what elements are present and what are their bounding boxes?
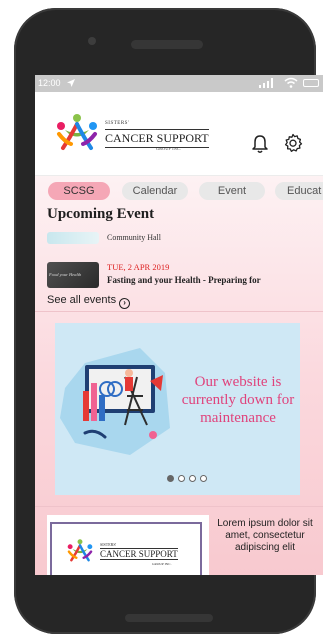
home-bar: [125, 614, 213, 622]
bell-icon[interactable]: [251, 134, 269, 154]
status-time: 12:00: [38, 78, 61, 88]
category-tabs: SCSG Calendar Event Educat: [35, 182, 323, 200]
section-divider: [35, 506, 323, 507]
maintenance-illustration: [60, 348, 170, 455]
card-logo-text-main: CANCER SUPPORT: [100, 548, 178, 560]
logo-text-sub: GROUP INC.: [156, 146, 182, 151]
status-bar: 12:00: [35, 75, 323, 92]
battery-icon: [303, 79, 319, 87]
maintenance-banner[interactable]: Our website is currently down for mainte…: [55, 323, 300, 495]
event-item[interactable]: Food your Health TUE, 2 APR 2019 Fasting…: [47, 262, 317, 290]
tab-calendar[interactable]: Calendar: [122, 182, 188, 200]
banner-message: Our website is currently down for mainte…: [181, 374, 295, 426]
card-logo-text-sisters: SISTERS': [100, 542, 117, 547]
logo-text-sisters: SISTERS': [105, 121, 130, 126]
app-screen: 12:00 SISTERS' CANCER SUPPORT GROUP INC.: [35, 75, 323, 575]
wifi-icon: [284, 77, 298, 88]
info-card[interactable]: SISTERS' CANCER SUPPORT GROUP INC.: [47, 515, 209, 575]
carousel-dot[interactable]: [189, 475, 196, 482]
signal-icon: [259, 78, 273, 88]
carousel-dot[interactable]: [178, 475, 185, 482]
event-item[interactable]: Community Hall: [47, 231, 317, 245]
gear-icon[interactable]: [283, 133, 303, 153]
tab-education[interactable]: Educat: [275, 182, 323, 200]
card-logo-text-sub: GROUP INC.: [152, 562, 172, 566]
event-location: Community Hall: [107, 233, 161, 242]
see-all-events-link[interactable]: See all events ›: [47, 294, 131, 309]
see-all-label: See all events: [47, 294, 117, 306]
earpiece-speaker: [131, 40, 203, 49]
front-camera: [88, 37, 96, 45]
event-thumbnail-text: Food your Health: [49, 272, 82, 277]
event-date: TUE, 2 APR 2019: [107, 262, 170, 272]
scsg-logo[interactable]: SISTERS' CANCER SUPPORT GROUP INC.: [51, 112, 217, 154]
location-arrow-icon: [67, 79, 75, 87]
ribbon-people-icon: [57, 114, 97, 150]
app-header: SISTERS' CANCER SUPPORT GROUP INC.: [35, 92, 323, 176]
event-thumbnail: [47, 232, 99, 244]
card-description: Lorem ipsum dolor sit amet, consectetur …: [217, 518, 313, 553]
upcoming-event-heading: Upcoming Event: [47, 206, 155, 222]
section-divider: [35, 311, 323, 312]
event-title: Fasting and your Health - Preparing for: [107, 275, 261, 285]
tab-scsg[interactable]: SCSG: [48, 182, 110, 200]
carousel-dots: [167, 469, 211, 487]
carousel-dot[interactable]: [167, 475, 174, 482]
card-logo: SISTERS' CANCER SUPPORT GROUP INC.: [50, 522, 202, 575]
ribbon-people-icon: [67, 539, 93, 562]
tab-event[interactable]: Event: [199, 182, 265, 200]
carousel-dot[interactable]: [200, 475, 207, 482]
event-thumbnail: Food your Health: [47, 262, 99, 288]
arrow-right-circle-icon: ›: [119, 298, 131, 309]
